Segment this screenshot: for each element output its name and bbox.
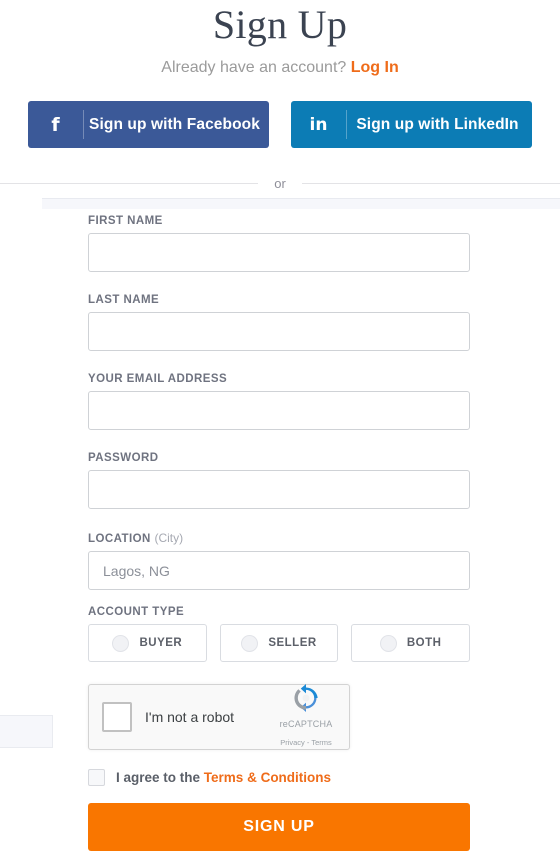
account-type-option-buyer[interactable]: BUYER bbox=[88, 624, 207, 662]
account-type-option-both[interactable]: BOTH bbox=[351, 624, 471, 662]
last-name-input[interactable] bbox=[88, 312, 470, 351]
recaptcha-logo-icon bbox=[294, 684, 318, 712]
last-name-field-group: LAST NAME bbox=[88, 294, 470, 351]
email-input[interactable] bbox=[88, 391, 470, 430]
panel-top-band bbox=[42, 198, 560, 209]
facebook-f-icon: f bbox=[51, 113, 60, 136]
first-name-field-group: FIRST NAME bbox=[88, 215, 470, 272]
location-input[interactable] bbox=[88, 551, 470, 590]
log-in-link[interactable]: Log In bbox=[351, 59, 399, 76]
account-type-options: BUYER SELLER BOTH bbox=[88, 624, 471, 662]
login-prompt: Already have an account? Log In bbox=[0, 58, 560, 78]
last-name-label: LAST NAME bbox=[88, 294, 160, 306]
password-field-group: PASSWORD bbox=[88, 452, 470, 509]
signup-form-panel: FIRST NAME LAST NAME YOUR EMAIL ADDRESS … bbox=[42, 198, 560, 851]
account-type-label: ACCOUNT TYPE bbox=[88, 606, 185, 618]
account-type-option-label: SELLER bbox=[268, 637, 317, 649]
or-divider-label: or bbox=[263, 175, 297, 191]
divider-line-left bbox=[0, 183, 258, 184]
left-edge-panel-fragment bbox=[0, 715, 53, 748]
recaptcha-widget[interactable]: I'm not a robot reCAPTCHA Privacy - Term… bbox=[88, 684, 350, 750]
recaptcha-legal-links[interactable]: Privacy - Terms bbox=[280, 738, 332, 747]
recaptcha-checkbox[interactable] bbox=[102, 702, 132, 732]
first-name-input[interactable] bbox=[88, 233, 470, 272]
location-label-main: LOCATION bbox=[88, 533, 151, 545]
divider-line-right bbox=[302, 183, 560, 184]
account-type-option-seller[interactable]: SELLER bbox=[219, 624, 339, 662]
login-prompt-text: Already have an account? bbox=[161, 59, 347, 76]
signup-with-linkedin-button[interactable]: in Sign up with LinkedIn bbox=[291, 101, 532, 148]
page-title: Sign Up bbox=[212, 2, 348, 47]
radio-icon[interactable] bbox=[379, 634, 397, 652]
account-type-field-group: ACCOUNT TYPE BUYER SELLER BOTH bbox=[88, 606, 471, 662]
linkedin-button-label: Sign up with LinkedIn bbox=[356, 115, 519, 133]
terms-agreement-row: I agree to the Terms & Conditions bbox=[88, 769, 470, 786]
location-label: LOCATION (City) bbox=[88, 531, 470, 545]
recaptcha-brand-label: reCAPTCHA bbox=[279, 719, 333, 729]
terms-and-conditions-link[interactable]: Terms & Conditions bbox=[204, 770, 331, 785]
account-type-option-label: BUYER bbox=[139, 637, 183, 649]
email-label: YOUR EMAIL ADDRESS bbox=[88, 373, 228, 385]
terms-text-prefix: I agree to the bbox=[116, 770, 201, 785]
location-field-group: LOCATION (City) bbox=[88, 531, 470, 590]
password-label: PASSWORD bbox=[88, 452, 159, 464]
recaptcha-label: I'm not a robot bbox=[145, 709, 235, 725]
social-signup-row: f Sign up with Facebook in Sign up with … bbox=[0, 101, 560, 148]
radio-icon[interactable] bbox=[241, 634, 259, 652]
signup-with-facebook-button[interactable]: f Sign up with Facebook bbox=[28, 101, 269, 148]
password-input[interactable] bbox=[88, 470, 470, 509]
terms-checkbox[interactable] bbox=[88, 769, 105, 786]
signup-form: FIRST NAME LAST NAME YOUR EMAIL ADDRESS … bbox=[88, 215, 471, 851]
email-field-group: YOUR EMAIL ADDRESS bbox=[88, 373, 470, 430]
recaptcha-branding: reCAPTCHA Privacy - Terms bbox=[269, 684, 349, 750]
first-name-label: FIRST NAME bbox=[88, 215, 163, 227]
terms-text: I agree to the Terms & Conditions bbox=[116, 770, 331, 785]
linkedin-in-icon: in bbox=[309, 114, 328, 135]
or-divider: or bbox=[0, 174, 560, 192]
radio-icon[interactable] bbox=[112, 634, 130, 652]
location-label-hint: (City) bbox=[154, 531, 184, 545]
account-type-option-label: BOTH bbox=[406, 637, 442, 649]
facebook-button-label: Sign up with Facebook bbox=[89, 115, 260, 133]
